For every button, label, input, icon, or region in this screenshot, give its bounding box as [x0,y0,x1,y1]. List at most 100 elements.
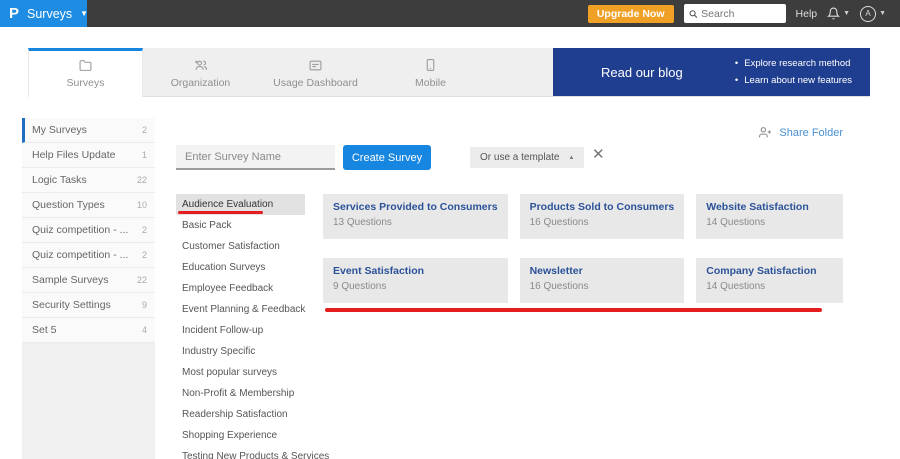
template-category-item[interactable]: Testing New Products & Services [176,446,329,459]
close-icon[interactable]: ✕ [592,147,605,162]
folder-count-badge: 10 [136,200,147,210]
template-category-list: Audience Evaluation Basic Pack Customer … [176,194,329,459]
folder-count-badge: 2 [141,125,147,135]
category-label: Most popular surveys [182,367,278,378]
template-card-title: Services Provided to Consumers [333,201,498,213]
template-card[interactable]: Event Satisfaction 9 Questions [323,258,508,303]
search-input[interactable] [701,7,781,20]
header-right-group: Upgrade Now Help ▼ A ▼ [587,4,900,23]
survey-name-input[interactable] [176,145,335,170]
tab-mobile[interactable]: Mobile [373,48,488,96]
category-label: Incident Follow-up [182,325,264,336]
blog-bullet: Explore research method [735,55,852,72]
template-card[interactable]: Services Provided to Consumers 13 Questi… [323,194,508,239]
page: P Surveys ▼ Upgrade Now Help ▼ A ▼ Surve [0,0,900,459]
red-underline-annotation [325,308,822,312]
sidebar-folder-item[interactable]: Logic Tasks 22 [22,168,155,193]
tab-label: Surveys [66,77,105,89]
blog-banner-bullets: Explore research method Learn about new … [735,55,852,89]
organization-people-icon [194,60,207,70]
folder-label: Set 5 [32,324,57,336]
template-category-item[interactable]: Employee Feedback [176,278,305,299]
category-label: Shopping Experience [182,430,278,441]
template-category-item[interactable]: Non-Profit & Membership [176,383,305,404]
account-menu[interactable]: A ▼ [860,5,886,22]
template-category-item[interactable]: Education Surveys [176,257,305,278]
category-label: Customer Satisfaction [182,241,280,252]
folder-count-badge: 4 [141,325,147,335]
use-template-label: Or use a template [480,152,560,163]
product-switcher[interactable]: P Surveys ▼ [0,0,89,27]
search-box[interactable] [683,4,786,23]
tab-label: Organization [170,76,231,89]
template-category-item[interactable]: Basic Pack [176,215,305,236]
upgrade-now-button[interactable]: Upgrade Now [587,4,674,23]
sidebar-folder-item[interactable]: Security Settings 9 [22,293,155,318]
folder-label: Logic Tasks [32,174,87,186]
folders-sidebar: My Surveys 2 Help Files Update 1 Logic T… [22,118,155,459]
folder-label: Security Settings [32,299,111,311]
sidebar-folder-item[interactable]: Question Types 10 [22,193,155,218]
sidebar-folder-item[interactable]: Sample Surveys 22 [22,268,155,293]
share-folder-button[interactable]: Share Folder [758,126,843,139]
product-name: Surveys [27,6,73,21]
folder-label: My Surveys [32,124,87,136]
chevron-down-icon: ▼ [879,10,886,17]
tab-label: Mobile [415,77,446,89]
template-category-item[interactable]: Most popular surveys [176,362,305,383]
chevron-up-icon: ▲ [568,154,575,161]
tab-label: Usage Dashboard [273,76,358,89]
template-card-question-count: 13 Questions [333,217,392,228]
category-label: Non-Profit & Membership [182,388,295,399]
category-label: Basic Pack [182,220,232,231]
tab-usage-dashboard[interactable]: Usage Dashboard [258,48,373,96]
tab-surveys[interactable]: Surveys [28,48,143,97]
blog-bullet: Learn about new features [735,72,852,89]
template-category-item[interactable]: Event Planning & Feedback [176,299,305,320]
template-category-item[interactable]: Shopping Experience [176,425,305,446]
sidebar-folder-item[interactable]: Help Files Update 1 [22,143,155,168]
template-card[interactable]: Products Sold to Consumers 16 Questions [519,194,685,239]
category-label: Employee Feedback [182,283,274,294]
template-card-question-count: 14 Questions [706,217,766,228]
sidebar-folder-item[interactable]: Quiz competition - ... 2 [22,243,155,268]
folder-icon [79,60,92,71]
folder-label: Quiz competition - ... [32,224,129,236]
proprofs-logo-icon: P [9,5,20,22]
add-user-icon [759,127,772,138]
template-card[interactable]: Company Satisfaction 14 Questions [696,258,843,303]
sidebar-folder-item[interactable]: My Surveys 2 [22,118,155,143]
bell-icon [827,7,841,20]
template-card-question-count: 14 Questions [706,281,766,292]
category-label: Readership Satisfaction [182,409,288,420]
template-card-question-count: 16 Questions [529,281,589,292]
chevron-down-icon: ▼ [80,8,89,18]
tab-organization[interactable]: Organization [143,48,258,96]
folder-label: Sample Surveys [32,274,109,286]
template-category-item[interactable]: Readership Satisfaction [176,404,305,425]
use-template-toggle[interactable]: Or use a template ▲ [470,147,585,168]
sidebar-folder-item[interactable]: Set 5 4 [22,318,155,343]
category-label: Education Surveys [182,262,266,273]
dashboard-icon [309,60,322,70]
template-card-title: Products Sold to Consumers [529,201,675,213]
template-card-title: Newsletter [529,265,583,277]
template-card[interactable]: Website Satisfaction 14 Questions [696,194,843,239]
help-link[interactable]: Help [796,8,818,20]
template-category-item[interactable]: Industry Specific [176,341,305,362]
avatar: A [860,5,877,22]
folder-count-badge: 22 [136,275,147,285]
create-survey-button[interactable]: Create Survey [343,145,431,170]
folder-label: Quiz competition - ... [32,249,129,261]
search-icon [689,9,697,18]
notifications-menu[interactable]: ▼ [827,7,850,20]
folder-label: Question Types [32,199,105,211]
red-underline-annotation [178,211,263,214]
template-category-item[interactable]: Customer Satisfaction [176,236,305,257]
category-label: Audience Evaluation [182,199,274,210]
template-category-item[interactable]: Incident Follow-up [176,320,305,341]
folder-count-badge: 2 [141,250,147,260]
blog-banner[interactable]: Read our blog Explore research method Le… [553,48,870,96]
template-card[interactable]: Newsletter 16 Questions [519,258,685,303]
sidebar-folder-item[interactable]: Quiz competition - ... 2 [22,218,155,243]
